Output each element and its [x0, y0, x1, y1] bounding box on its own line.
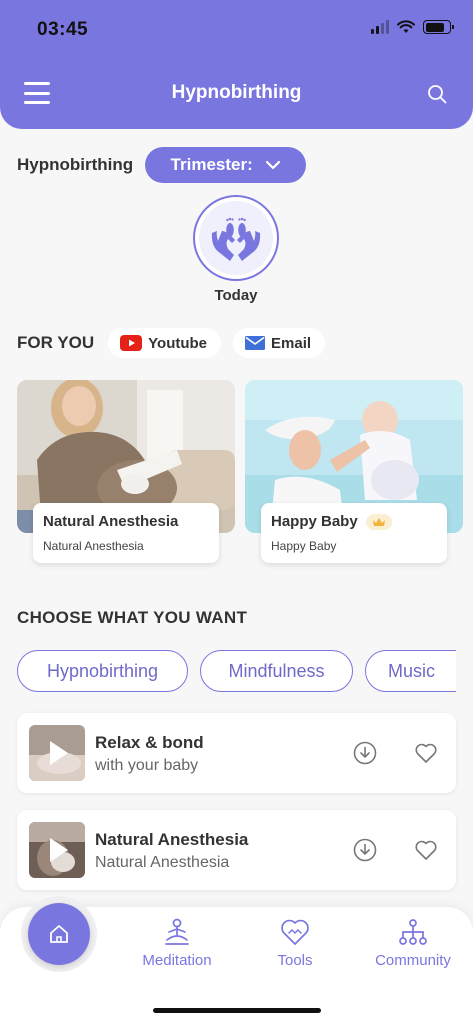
email-label: Email — [271, 334, 312, 352]
today-circle — [193, 195, 279, 281]
today-button[interactable]: Today — [193, 195, 279, 304]
featured-card-title-row: Happy Baby — [271, 513, 437, 530]
app-header: 03:45 Hypnobirthing — [0, 0, 473, 129]
program-selector-row: Hypnobirthing Trimester: — [17, 147, 307, 183]
youtube-button[interactable]: Youtube — [108, 328, 222, 358]
featured-card-subtitle: Happy Baby — [271, 539, 337, 553]
track-thumbnail — [29, 725, 85, 781]
baby-feet-hands-icon — [211, 217, 261, 261]
featured-carousel[interactable]: Natural Anesthesia Natural Anesthesia Ha… — [17, 380, 473, 570]
search-icon[interactable] — [427, 84, 447, 104]
program-label: Hypnobirthing — [17, 155, 134, 174]
heart-icon[interactable] — [414, 741, 438, 765]
track-subtitle: with your baby — [95, 757, 199, 774]
status-icons — [371, 20, 454, 34]
track-title: Natural Anesthesia — [95, 830, 249, 849]
chip-hypnobirthing[interactable]: Hypnobirthing — [17, 650, 188, 692]
home-indicator — [153, 1008, 321, 1013]
for-you-row: FOR YOU Youtube Email — [17, 328, 326, 358]
for-you-heading: FOR YOU — [17, 333, 95, 352]
heart-tools-icon — [281, 919, 309, 945]
trimester-label: Trimester: — [170, 155, 253, 174]
download-icon[interactable] — [353, 838, 377, 862]
cellular-signal-icon — [371, 20, 389, 34]
email-button[interactable]: Email — [233, 328, 326, 358]
featured-card-title: Happy Baby — [271, 513, 358, 530]
premium-badge — [365, 513, 392, 530]
battery-icon — [423, 20, 454, 34]
chip-music[interactable]: Music — [365, 650, 456, 692]
status-time: 03:45 — [37, 19, 89, 40]
home-tab-wrapper — [21, 896, 97, 972]
track-title: Relax & bond — [95, 733, 204, 752]
home-icon — [50, 925, 68, 943]
community-icon — [399, 919, 427, 945]
meditation-icon — [165, 918, 189, 945]
featured-card-info: Natural Anesthesia Natural Anesthesia — [33, 503, 219, 563]
download-icon[interactable] — [353, 741, 377, 765]
crown-icon — [372, 517, 385, 526]
wifi-icon — [397, 20, 415, 33]
chip-mindfulness[interactable]: Mindfulness — [200, 650, 353, 692]
tab-tools-label: Tools — [277, 952, 313, 969]
tab-community-label: Community — [375, 952, 451, 969]
featured-card-subtitle: Natural Anesthesia — [43, 539, 144, 553]
featured-card[interactable]: Happy Baby Happy Baby — [245, 380, 463, 566]
choose-heading: CHOOSE WHAT YOU WANT — [17, 608, 248, 627]
today-label: Today — [214, 287, 258, 304]
tab-community[interactable]: Community — [358, 918, 468, 969]
tab-meditation-label: Meditation — [142, 952, 212, 969]
chevron-down-icon — [265, 160, 280, 170]
tab-tools[interactable]: Tools — [240, 918, 350, 969]
track-thumbnail — [29, 822, 85, 878]
mail-icon — [245, 336, 266, 350]
featured-card[interactable]: Natural Anesthesia Natural Anesthesia — [17, 380, 235, 566]
track-item[interactable]: Relax & bond with your baby — [17, 713, 456, 793]
home-tab[interactable] — [28, 903, 90, 965]
page-title: Hypnobirthing — [171, 82, 302, 103]
youtube-label: Youtube — [148, 334, 208, 352]
track-item[interactable]: Natural Anesthesia Natural Anesthesia — [17, 810, 456, 890]
today-inner — [199, 201, 273, 275]
featured-card-info: Happy Baby Happy Baby — [261, 503, 447, 563]
featured-card-title: Natural Anesthesia — [43, 513, 179, 530]
heart-icon[interactable] — [414, 838, 438, 862]
trimester-dropdown[interactable]: Trimester: — [145, 147, 307, 183]
youtube-icon — [120, 335, 143, 351]
category-chips[interactable]: Hypnobirthing Mindfulness Music — [17, 650, 456, 694]
track-subtitle: Natural Anesthesia — [95, 854, 230, 871]
tab-meditation[interactable]: Meditation — [122, 918, 232, 969]
